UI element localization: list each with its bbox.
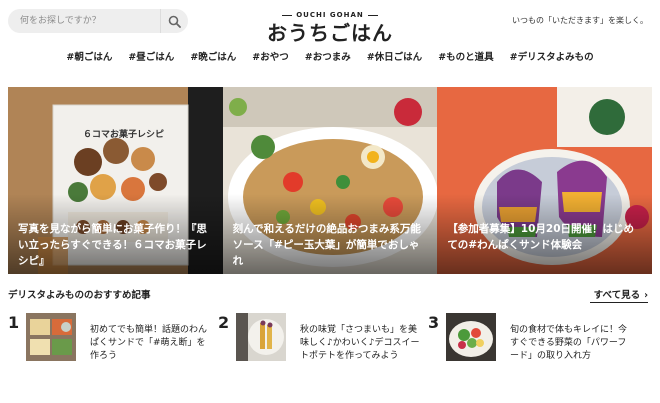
nav-item-breakfast[interactable]: #朝ごはん (58, 48, 120, 68)
site-tagline: いつもの「いただきます」を楽しく。 (512, 16, 648, 25)
nav-item-lunch[interactable]: #昼ごはん (120, 48, 182, 68)
article-thumbnail (26, 313, 76, 361)
hero-card-title: 刻んで和えるだけの絶品おつまみ系万能ソース「#ピー玉大葉」が簡単でおしゃれ (232, 223, 421, 267)
site-logo[interactable]: OUCHI GOHAN おうちごはん (250, 2, 410, 45)
hero-card-sandwich-event[interactable]: 【参加者募集】10月20日開催！はじめての#わんぱくサンド体験会 (437, 87, 652, 274)
sandwich-box-photo (26, 313, 76, 361)
recommended-item-1[interactable]: 1 初めてでも簡単！話題のわんぱくサンドで「#萌え断」を作ろう (8, 313, 218, 363)
recommended-item-2[interactable]: 2 秋の味覚「さつまいも」を美味しく♪かわいく♪デコスイートポテトを作ってみよう (218, 313, 428, 363)
hero-card-sauce[interactable]: 刻んで和えるだけの絶品おつまみ系万能ソース「#ピー玉大葉」が簡単でおしゃれ (222, 87, 438, 274)
nav-item-dinner[interactable]: #晩ごはん (182, 48, 244, 68)
rank-number: 2 (218, 313, 230, 332)
hero-carousel: ６コマお菓子レシピ 写真を見ながら簡単にお菓子作り！『思い立ったらすぐできる！６… (8, 87, 652, 274)
rank-number: 1 (8, 313, 20, 332)
search-icon (168, 15, 181, 28)
nav-item-delista-reads[interactable]: #デリスタよみもの (502, 48, 602, 68)
search-box (8, 9, 188, 33)
nav-item-snack[interactable]: #おやつ (244, 48, 296, 68)
chevron-right-icon: › (644, 290, 648, 301)
hero-card-title: 写真を見ながら簡単にお菓子作り！『思い立ったらすぐできる！６コマお菓子レシピ』 (18, 223, 207, 267)
section-title: デリスタよみもののおすすめ記事 (8, 290, 151, 301)
logo-subtitle: OUCHI GOHAN (282, 11, 378, 19)
see-all-underline (590, 302, 648, 303)
vegetable-salad-photo (446, 313, 496, 361)
site-header: OUCHI GOHAN おうちごはん いつもの「いただきます」を楽しく。 (0, 0, 660, 45)
book-cover-title: ６コマお菓子レシピ (83, 130, 165, 140)
article-title: 旬の食材で体もキレイに！今すぐできる野菜の「パワーフード」の取り入れ方 (510, 325, 628, 361)
article-thumbnail (446, 313, 496, 361)
article-title: 秋の味覚「さつまいも」を美味しく♪かわいく♪デコスイートポテトを作ってみよう (300, 325, 420, 361)
sweet-potato-photo (236, 313, 286, 361)
recommended-item-3[interactable]: 3 旬の食材で体もキレイに！今すぐできる野菜の「パワーフード」の取り入れ方 (428, 313, 652, 363)
rank-number: 3 (428, 313, 440, 332)
category-nav: #朝ごはん #昼ごはん #晩ごはん #おやつ #おつまみ #休日ごはん #ものと… (0, 48, 660, 68)
nav-item-appetizer[interactable]: #おつまみ (297, 48, 359, 68)
nav-item-holiday[interactable]: #休日ごはん (359, 48, 430, 68)
see-all-label: すべて見る (593, 290, 641, 301)
hero-card-title: 【参加者募集】10月20日開催！はじめての#わんぱくサンド体験会 (447, 223, 635, 251)
article-title: 初めてでも簡単！話題のわんぱくサンドで「#萌え断」を作ろう (90, 325, 208, 361)
nav-item-tools[interactable]: #ものと道具 (430, 48, 501, 68)
article-thumbnail (236, 313, 286, 361)
search-input[interactable] (8, 9, 160, 33)
hero-card-recipe-book[interactable]: ６コマお菓子レシピ 写真を見ながら簡単にお菓子作り！『思い立ったらすぐできる！６… (8, 87, 223, 274)
search-button[interactable] (160, 9, 188, 33)
see-all-link[interactable]: すべて見る › (594, 287, 648, 301)
logo-title: おうちごはん (267, 21, 393, 45)
